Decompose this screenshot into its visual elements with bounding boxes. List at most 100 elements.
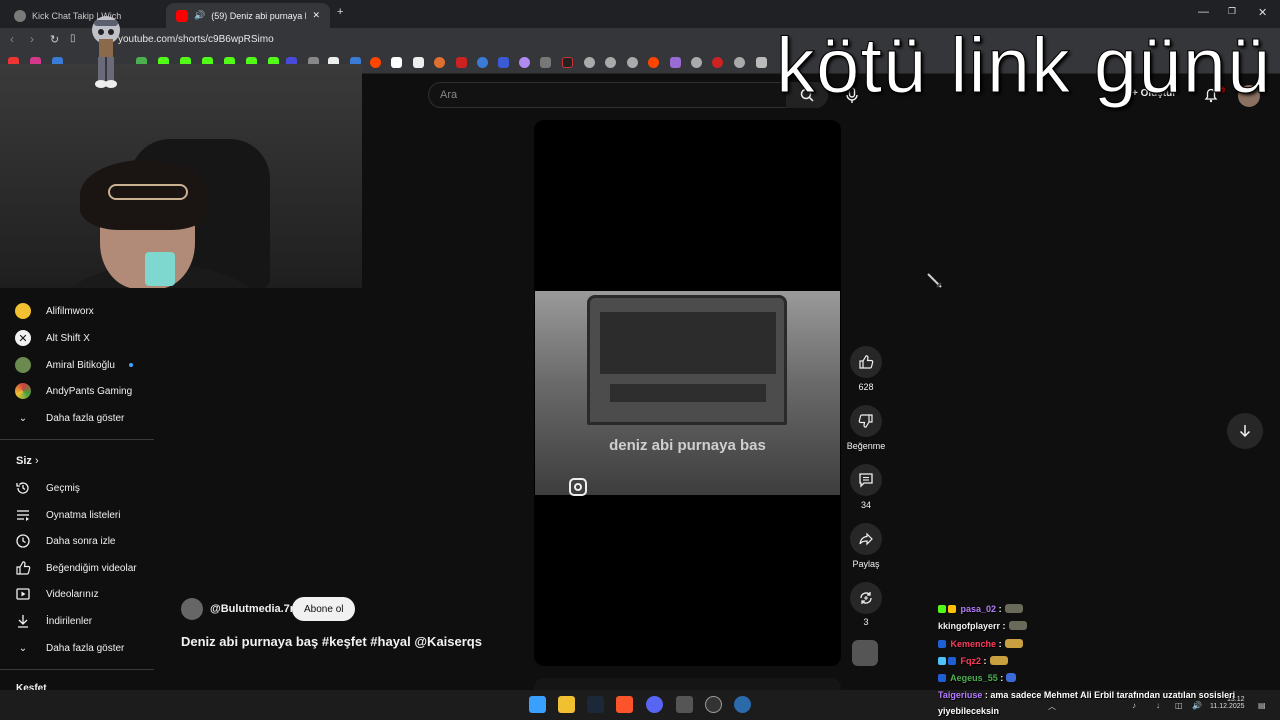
emote-icon	[989, 656, 1008, 665]
chevron-right-icon: ›	[34, 455, 39, 467]
bookmark-icon[interactable]	[562, 57, 573, 68]
sidebar-divider	[0, 439, 154, 440]
sidebar-subscription-amiral-bitikoglu[interactable]: Amiral Bitikoğlu	[14, 352, 115, 378]
bookmark-icon[interactable]	[670, 57, 681, 68]
bookmark-icon[interactable]	[477, 57, 488, 68]
sound-source-thumbnail[interactable]	[852, 640, 878, 666]
close-window-button[interactable]: ✕	[1258, 6, 1267, 19]
tray-icon[interactable]: ♪	[1132, 701, 1136, 710]
minimize-button[interactable]: —	[1198, 6, 1209, 18]
short-video-frame[interactable]: deniz abi purnaya bas	[535, 291, 840, 495]
app-icon[interactable]	[734, 696, 751, 713]
new-tab-button[interactable]: +	[337, 6, 343, 18]
sidebar-item-history[interactable]: Geçmiş	[14, 475, 80, 501]
chat-username: pasa_02	[960, 604, 997, 614]
restore-button[interactable]: ❐	[1228, 6, 1236, 17]
bookmark-icon[interactable]	[391, 57, 402, 68]
windows-start-icon[interactable]	[529, 696, 546, 713]
sidebar-you-header[interactable]: Siz ›	[16, 455, 39, 467]
sidebar-show-more-you[interactable]: ⌄ Daha fazla göster	[14, 635, 125, 661]
share-button[interactable]	[850, 523, 882, 555]
sidebar-item-watch-later[interactable]: Daha sonra izle	[14, 528, 115, 554]
reddit-icon[interactable]	[648, 57, 659, 68]
bookmark-icon[interactable]	[498, 57, 509, 68]
search-input[interactable]: Ara	[440, 89, 457, 101]
sidebar-subscription-alifilmworx[interactable]: Alifilmworx	[14, 298, 94, 324]
app-icon[interactable]	[676, 696, 693, 713]
comments-button[interactable]	[850, 464, 882, 496]
chat-text: :	[998, 639, 1002, 649]
thumb-down-icon	[858, 414, 873, 428]
kick-badge-icon	[948, 657, 956, 665]
url-field[interactable]: youtube.com/shorts/c9B6wpRSimo	[118, 34, 274, 45]
channel-name[interactable]: @Bulutmedia.7r	[210, 603, 294, 615]
youtube-icon	[176, 9, 188, 22]
subscribe-button[interactable]: Abone ol	[292, 597, 356, 621]
bookmark-icon[interactable]	[434, 57, 445, 68]
bookmark-icon[interactable]	[540, 57, 551, 68]
bookmark-icon[interactable]	[584, 57, 595, 68]
dislike-button[interactable]	[850, 405, 882, 437]
kick-badge-icon	[938, 674, 946, 682]
forward-icon[interactable]: ›	[30, 32, 34, 46]
history-icon	[14, 479, 32, 497]
steam-icon[interactable]	[587, 696, 604, 713]
browser-tab-kick[interactable]: Kick Chat Takip | Wich	[4, 3, 164, 28]
video-icon	[14, 585, 32, 603]
search-box[interactable]	[428, 82, 828, 108]
sidebar-subscription-alt-shift-x[interactable]: ✕ Alt Shift X	[14, 325, 90, 351]
remix-button[interactable]	[850, 582, 882, 614]
share-icon	[859, 532, 873, 546]
channel-avatar	[14, 382, 32, 400]
sidebar-subscription-andypants-gaming[interactable]: AndyPants Gaming	[14, 378, 132, 404]
notification-center-icon[interactable]: ▤	[1258, 701, 1266, 710]
folder-icon[interactable]	[756, 57, 767, 68]
arrow-down-icon	[1239, 425, 1251, 438]
bookmark-icon[interactable]	[519, 57, 530, 68]
thumb-up-icon	[14, 559, 32, 577]
reload-icon[interactable]: ↻	[50, 33, 59, 46]
chat-message-continuation: yiyebileceksin	[938, 706, 1000, 716]
emote-icon	[1004, 639, 1023, 648]
chat-username: Taigeriuse	[938, 690, 983, 700]
brave-browser-icon[interactable]	[616, 696, 633, 713]
file-explorer-icon[interactable]	[558, 696, 575, 713]
like-button[interactable]	[850, 346, 882, 378]
volume-icon[interactable]: 🔊	[1192, 701, 1202, 710]
wifi-icon[interactable]: ◫	[1175, 701, 1183, 710]
chat-message: Taigeriuse : ama sadece Mehmet Ali Erbil…	[938, 690, 1235, 700]
sidebar-item-your-videos[interactable]: Videolarınız	[14, 581, 99, 607]
channel-avatar	[14, 356, 32, 374]
reddit-icon[interactable]	[370, 57, 381, 68]
sidebar-item-label: Oynatma listeleri	[46, 509, 121, 521]
globe-icon	[14, 9, 26, 22]
bookmark-icon[interactable]	[712, 57, 723, 68]
close-tab-icon[interactable]: ✕	[312, 10, 320, 21]
sidebar-item-liked-videos[interactable]: Beğendiğim videolar	[14, 555, 137, 581]
tray-chevron-icon[interactable]: ︿	[1048, 701, 1056, 712]
glasses-icon	[108, 184, 188, 200]
tray-icon[interactable]: ↓	[1156, 701, 1160, 710]
sidebar-item-playlists[interactable]: Oynatma listeleri	[14, 502, 120, 528]
back-icon[interactable]: ‹	[10, 32, 14, 46]
sidebar-show-more-subscriptions[interactable]: ⌄ Daha fazla göster	[14, 405, 125, 431]
bookmark-icon[interactable]	[691, 57, 702, 68]
bookmark-icon[interactable]: ▯	[70, 33, 76, 44]
channel-avatar	[14, 302, 32, 320]
bookmark-icon[interactable]	[627, 57, 638, 68]
sidebar-item-label: Videolarınız	[46, 588, 99, 600]
bookmark-icon[interactable]	[605, 57, 616, 68]
clock-icon	[14, 532, 32, 550]
next-short-button[interactable]	[1227, 413, 1263, 449]
discord-icon[interactable]	[646, 696, 663, 713]
sidebar-item-downloads[interactable]: İndirilenler	[14, 608, 92, 634]
chat-username: kkingofplayerr	[938, 621, 1001, 631]
app-icon[interactable]	[705, 696, 722, 713]
channel-avatar[interactable]	[181, 598, 203, 620]
bookmark-icon[interactable]	[456, 57, 467, 68]
sidebar-item-label: İndirilenler	[46, 615, 93, 627]
instagram-icon	[569, 478, 587, 496]
browser-tab-youtube[interactable]: 🔊 (59) Deniz abi purnaya baş #k ✕	[166, 3, 330, 28]
bookmark-icon[interactable]	[413, 57, 424, 68]
bookmark-icon[interactable]	[734, 57, 745, 68]
